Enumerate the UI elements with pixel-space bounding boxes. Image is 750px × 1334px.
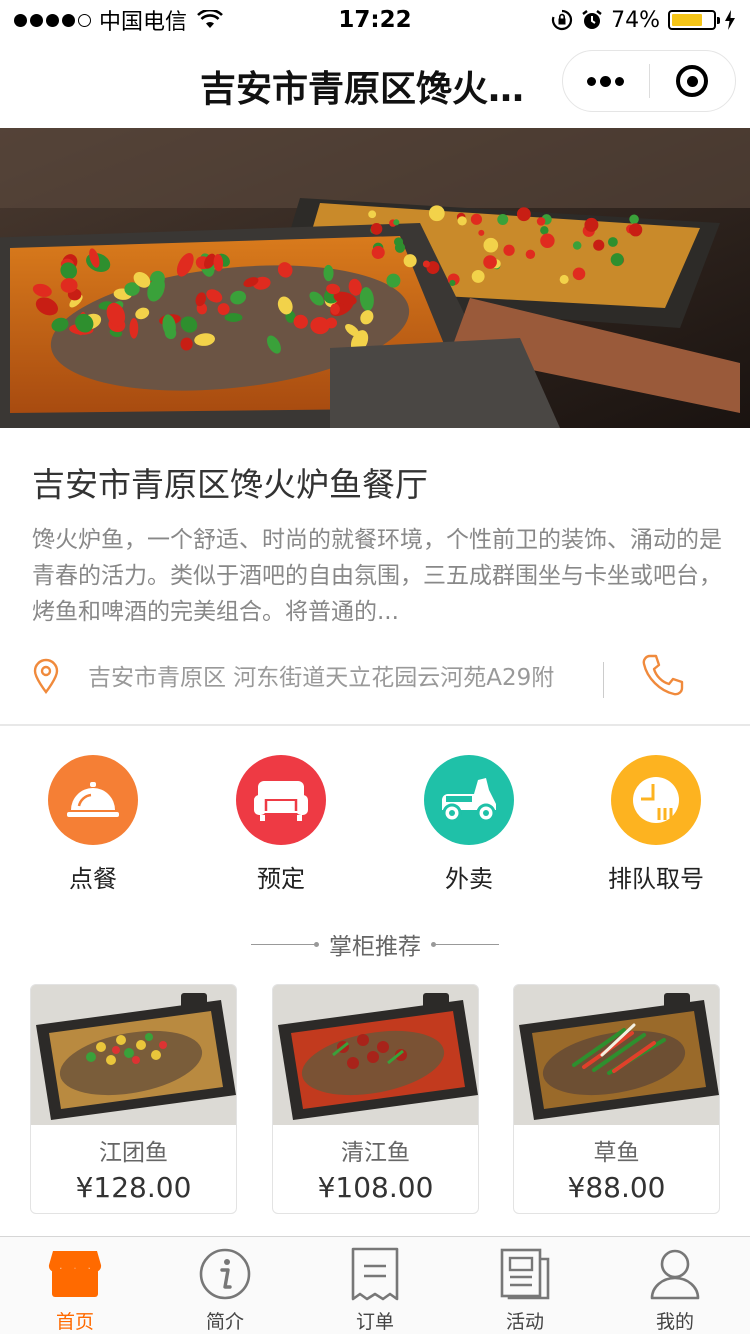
feature-label: 预定 [257,865,305,893]
storefront-icon [46,1247,104,1301]
miniprogram-capsule [562,50,736,112]
banner-carousel[interactable] [0,128,750,428]
address-text[interactable]: 吉安市青原区 河东街道天立花园云河苑A29附 [88,662,604,698]
charging-bolt-icon [725,10,735,30]
feature-label: 外卖 [445,865,493,893]
more-menu-button[interactable] [563,51,649,111]
status-bar: 中国电信 17:22 74% [0,0,750,40]
title-right-line [431,941,499,947]
tab-label: 订单 [355,1311,394,1333]
scooter-icon [424,755,514,845]
tab-profile[interactable]: 我的 [600,1247,750,1334]
tab-home[interactable]: 首页 [0,1247,150,1334]
sofa-icon [236,755,326,845]
product-image [514,985,719,1125]
product-card[interactable]: 草鱼 ¥88.00 [513,984,720,1214]
product-card[interactable]: 江团鱼 ¥128.00 [30,984,237,1214]
user-icon [646,1247,704,1301]
queue-clock-icon [611,755,701,845]
page-title: 吉安市青原区馋火炉鱼餐厅 [200,69,552,110]
recommended-products: 江团鱼 ¥128.00 清江鱼 ¥108.00 草鱼 ¥88.00 [30,984,720,1214]
more-dots-icon [587,76,597,86]
section-title-text: 掌柜推荐 [329,934,421,960]
feature-grid: 点餐 预定 外卖 排队取号 [0,755,750,895]
restaurant-description: 馋火炉鱼，一个舒适、时尚的就餐环境，个性前卫的装饰、涌动的是青春的活力。类似于酒… [32,527,722,625]
tab-label: 活动 [505,1311,544,1333]
tab-intro[interactable]: 简介 [150,1247,300,1334]
address-row: 吉安市青原区 河东街道天立花园云河苑A29附 [0,650,750,706]
product-name: 江团鱼 [99,1140,168,1166]
cloche-icon [48,755,138,845]
close-ring-icon [676,65,709,97]
feature-label: 点餐 [69,865,117,893]
grilled-fish-photo [0,128,750,428]
nav-bar: 吉安市青原区馋火炉鱼餐厅 [0,40,750,128]
product-name: 清江鱼 [341,1140,410,1166]
product-price: ¥128.00 [75,1171,192,1204]
feature-order[interactable]: 点餐 [18,755,168,894]
tab-label: 简介 [205,1311,244,1333]
location-pin-icon [33,658,59,694]
title-left-line [251,941,319,947]
feature-queue[interactable]: 排队取号 [581,755,731,894]
info-icon [196,1247,254,1301]
phone-call-icon[interactable] [640,652,686,698]
battery-percent: 74% [611,7,660,33]
bottom-tab-bar: 首页 简介 订单 活动 我的 [0,1236,750,1334]
product-card[interactable]: 清江鱼 ¥108.00 [272,984,479,1214]
orientation-lock-icon [552,9,573,31]
tab-label: 首页 [55,1311,94,1333]
tab-orders[interactable]: 订单 [300,1247,450,1334]
alarm-icon [582,10,602,29]
section-divider [0,724,750,726]
news-icon [496,1247,554,1301]
receipt-icon [346,1247,404,1301]
signal-strength-icon [14,13,91,27]
feature-label: 排队取号 [608,865,704,893]
feature-delivery[interactable]: 外卖 [394,755,544,894]
product-price: ¥88.00 [567,1171,666,1204]
tab-label: 我的 [655,1311,694,1333]
product-image [273,985,478,1125]
product-image [31,985,236,1125]
product-price: ¥108.00 [317,1171,434,1204]
wifi-icon [197,10,223,28]
restaurant-name: 吉安市青原区馋火炉鱼餐厅 [32,465,428,504]
tab-activity[interactable]: 活动 [450,1247,600,1334]
close-miniprogram-button[interactable] [650,51,736,111]
product-name: 草鱼 [593,1140,640,1166]
recommend-section-title: 掌柜推荐 [0,926,750,962]
feature-reserve[interactable]: 预定 [206,755,356,894]
battery-icon [668,10,720,30]
carrier-name: 中国电信 [99,10,188,35]
